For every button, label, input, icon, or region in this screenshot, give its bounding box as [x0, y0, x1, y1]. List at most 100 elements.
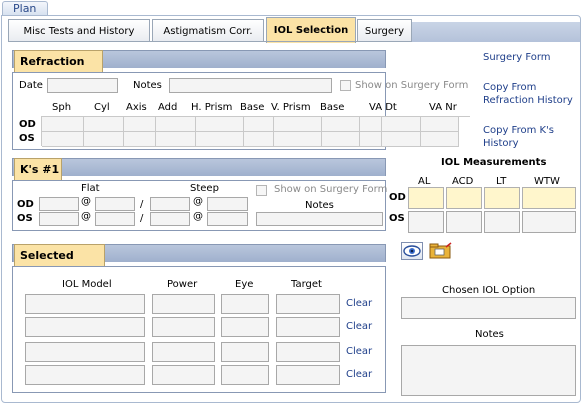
meas-od-al[interactable]	[408, 187, 444, 209]
refraction-cell[interactable]	[156, 132, 196, 147]
iol-eye-field[interactable]	[221, 342, 269, 362]
iol-target-field[interactable]	[276, 317, 340, 337]
iol-model-field[interactable]	[25, 317, 145, 337]
copy-refraction-link[interactable]: Copy From Refraction History	[483, 81, 578, 107]
ks-header-bar	[12, 158, 386, 176]
iol-model-field[interactable]	[25, 365, 145, 385]
meas-od-acd[interactable]	[446, 187, 482, 209]
refraction-title: Refraction #1	[14, 50, 103, 89]
ks-show-checkbox[interactable]	[256, 185, 267, 196]
meas-os-acd[interactable]	[446, 211, 482, 233]
meas-row-od: OD	[389, 192, 406, 203]
col-axis: Axis	[126, 102, 147, 113]
ks-od-flat[interactable]	[39, 197, 79, 211]
refraction-cell[interactable]	[421, 117, 459, 132]
chosen-iol-field[interactable]	[401, 297, 576, 319]
folder-icon[interactable]	[429, 242, 453, 260]
copy-k-link[interactable]: Copy From K's History	[483, 124, 568, 150]
meas-od-wtw[interactable]	[522, 187, 576, 209]
col-va-nr: VA Nr	[429, 102, 457, 113]
tab-astigmatism[interactable]: Astigmatism Corr.	[152, 19, 264, 42]
ks-od-flat-axis[interactable]	[95, 197, 135, 211]
iols-title: Selected IOLs	[14, 244, 105, 283]
refraction-cell[interactable]	[84, 132, 124, 147]
iol-measurements-title: IOL Measurements	[441, 157, 547, 168]
refraction-cell[interactable]	[124, 132, 156, 147]
refraction-cell[interactable]	[244, 117, 274, 132]
ks-notes-field[interactable]	[256, 212, 383, 226]
clear-link[interactable]: Clear	[346, 345, 372, 358]
plan-tab[interactable]: Plan	[2, 1, 48, 16]
meas-os-lt[interactable]	[484, 211, 520, 233]
iol-eye-field[interactable]	[221, 294, 269, 314]
notes-side-field[interactable]	[401, 345, 576, 396]
refraction-cell[interactable]	[42, 132, 84, 147]
ks-od-steep-axis[interactable]	[207, 197, 248, 211]
refraction-cell[interactable]	[382, 117, 421, 132]
ks-os-steep-axis[interactable]	[207, 212, 248, 226]
clear-link[interactable]: Clear	[346, 368, 372, 381]
ks-notes-label: Notes	[305, 200, 334, 211]
iol-target-field[interactable]	[276, 294, 340, 314]
refraction-cell[interactable]	[421, 132, 459, 147]
ks-os-slash: /	[140, 213, 144, 224]
eye-icon[interactable]	[401, 242, 423, 260]
refraction-cell[interactable]	[322, 117, 360, 132]
tab-iol-selection[interactable]: IOL Selection	[266, 17, 356, 43]
steep-label: Steep	[190, 183, 219, 194]
meas-od-lt[interactable]	[484, 187, 520, 209]
ks-os-flat[interactable]	[39, 212, 79, 226]
refraction-cell[interactable]	[360, 117, 382, 132]
iol-target-field[interactable]	[276, 342, 340, 362]
surgery-form-link[interactable]: Surgery Form	[483, 51, 551, 64]
iol-power-field[interactable]	[152, 365, 215, 385]
ks-os-flat-axis[interactable]	[95, 212, 135, 226]
ks-os-steep[interactable]	[150, 212, 190, 226]
refraction-cell[interactable]	[84, 117, 124, 132]
refraction-cell[interactable]	[274, 117, 322, 132]
refraction-cell[interactable]	[274, 132, 322, 147]
ks-od-steep[interactable]	[150, 197, 190, 211]
refraction-cell[interactable]	[196, 132, 244, 147]
col-add: Add	[158, 102, 178, 113]
iol-target-field[interactable]	[276, 365, 340, 385]
iol-power-field[interactable]	[152, 342, 215, 362]
refraction-notes-field[interactable]	[169, 78, 332, 93]
col-base-2: Base	[320, 102, 345, 113]
iol-eye-field[interactable]	[221, 317, 269, 337]
meas-os-wtw[interactable]	[522, 211, 576, 233]
refraction-cell[interactable]	[360, 132, 382, 147]
refraction-cell[interactable]	[382, 132, 421, 147]
meas-os-al[interactable]	[408, 211, 444, 233]
refraction-cell[interactable]	[322, 132, 360, 147]
iol-eye-field[interactable]	[221, 365, 269, 385]
refraction-show-checkbox[interactable]	[340, 80, 351, 91]
tab-strip-fill	[412, 22, 580, 42]
iol-model-field[interactable]	[25, 342, 145, 362]
refraction-cell[interactable]	[156, 117, 196, 132]
notes-label: Notes	[133, 80, 162, 91]
iol-model-field[interactable]	[25, 294, 145, 314]
col-cyl: Cyl	[94, 102, 110, 113]
col-sph: Sph	[52, 102, 72, 113]
refraction-cell[interactable]	[42, 117, 84, 132]
tab-surgery[interactable]: Surgery	[357, 19, 412, 42]
col-iol-model: IOL Model	[62, 279, 112, 290]
ks-os-at-1: @	[81, 211, 91, 222]
date-label: Date	[19, 80, 43, 91]
col-v-prism: V. Prism	[271, 102, 311, 113]
tab-misc-tests[interactable]: Misc Tests and History	[8, 19, 150, 42]
refraction-row-od: OD	[19, 119, 36, 130]
date-field[interactable]	[47, 78, 118, 93]
clear-link[interactable]: Clear	[346, 297, 372, 310]
refraction-show-label: Show on Surgery Form	[355, 80, 469, 91]
refraction-cell[interactable]	[196, 117, 244, 132]
refraction-cell[interactable]	[124, 117, 156, 132]
ks-title: K's #1	[14, 158, 62, 180]
col-va-dt: VA Dt	[369, 102, 397, 113]
iol-power-field[interactable]	[152, 317, 215, 337]
meas-col-acd: ACD	[452, 176, 474, 187]
clear-link[interactable]: Clear	[346, 320, 372, 333]
refraction-cell[interactable]	[244, 132, 274, 147]
iol-power-field[interactable]	[152, 294, 215, 314]
